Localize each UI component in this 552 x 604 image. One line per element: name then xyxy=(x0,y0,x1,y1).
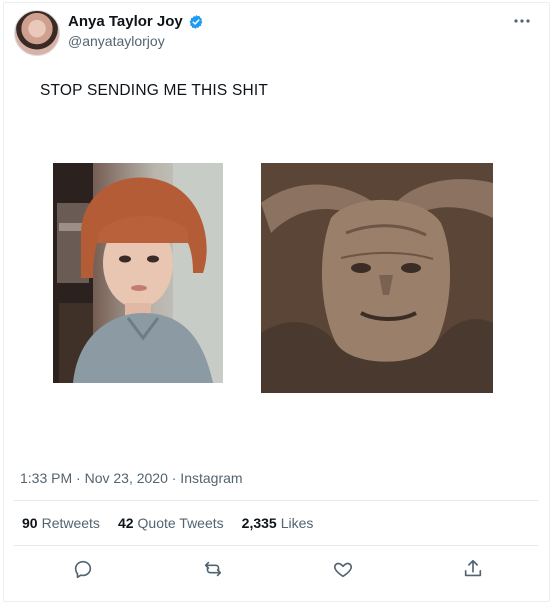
tweet-timestamp[interactable]: 1:33 PM · Nov 23, 2020 · Instagram xyxy=(20,470,243,486)
avatar[interactable] xyxy=(14,10,60,56)
likes-count: 2,335 xyxy=(241,515,277,531)
retweets-count: 90 xyxy=(22,515,38,531)
like-icon[interactable] xyxy=(332,558,354,580)
verified-icon xyxy=(189,14,203,29)
tweet-stats: 90 Retweets 42 Quote Tweets 2,335 Likes xyxy=(22,515,313,531)
author-row: Anya Taylor Joy xyxy=(68,13,204,30)
tweet-header: Anya Taylor Joy @anyataylorjoy xyxy=(14,10,534,56)
reply-icon[interactable] xyxy=(72,558,94,580)
quote-tweets-stat[interactable]: 42 Quote Tweets xyxy=(118,515,224,531)
creature-illustration xyxy=(261,163,493,393)
divider-top xyxy=(14,500,538,501)
retweet-icon[interactable] xyxy=(202,558,224,580)
tweet-actions xyxy=(40,558,510,580)
tweet-image-left[interactable] xyxy=(53,163,223,383)
author-name[interactable]: Anya Taylor Joy xyxy=(68,13,183,30)
divider-bottom xyxy=(14,545,538,546)
quote-label: Quote Tweets xyxy=(137,515,224,531)
share-icon[interactable] xyxy=(462,558,484,580)
quote-count: 42 xyxy=(117,515,134,531)
tweet-text: STOP SENDING ME THIS SHIT xyxy=(40,82,269,99)
author-handle[interactable]: @anyataylorjoy xyxy=(68,33,165,49)
portrait-illustration xyxy=(53,163,223,383)
retweets-label: Retweets xyxy=(41,515,100,531)
likes-stat[interactable]: 2,335 Likes xyxy=(242,515,314,531)
more-icon[interactable] xyxy=(512,14,532,28)
retweets-stat[interactable]: 90 Retweets xyxy=(22,515,100,531)
likes-label: Likes xyxy=(280,515,314,531)
tweet-image-right[interactable] xyxy=(261,163,493,393)
